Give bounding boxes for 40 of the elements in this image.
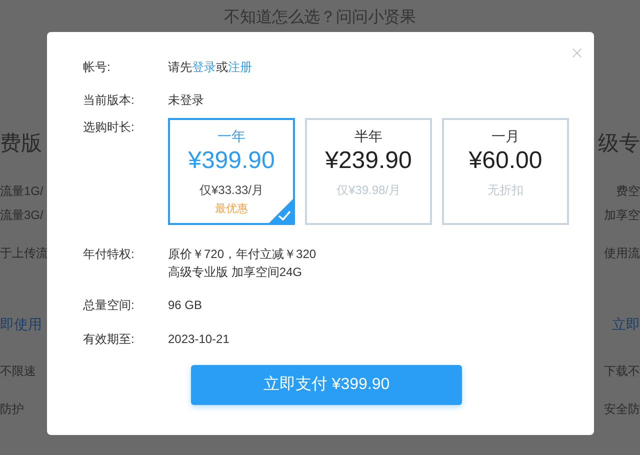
account-prompt: 请先登录或注册: [168, 59, 252, 76]
background-text: 级专: [598, 131, 640, 157]
plan-period: 半年: [354, 127, 382, 146]
background-text: 不限速: [0, 363, 36, 380]
background-text: 费版: [0, 131, 42, 157]
background-text: 下载不: [604, 363, 640, 380]
plan-card[interactable]: 半年 ¥239.90 仅¥39.98/月: [305, 118, 432, 225]
privilege-line: 原价￥720，年付立减￥320: [168, 246, 316, 263]
plan-price: ¥60.00: [468, 146, 542, 176]
plan-period: 一年: [218, 127, 246, 146]
background-text: 立即: [612, 315, 640, 334]
plan-card[interactable]: 一年 ¥399.90 仅¥33.33/月 最优惠: [168, 118, 295, 225]
monthly-price: 仅¥33.33/月: [199, 182, 264, 198]
total-space-value: 96 GB: [168, 297, 202, 314]
best-value-note: 最优惠: [215, 202, 248, 216]
privilege-line: 高级专业版 加享空间24G: [168, 264, 304, 281]
version-value: 未登录: [168, 92, 204, 109]
background-text: 加享空: [604, 207, 640, 224]
field-label: 选购时长:: [83, 119, 136, 136]
background-text: 流量3G/: [0, 207, 44, 224]
background-text: 即使用: [0, 315, 42, 334]
plan-period: 一月: [492, 127, 520, 146]
background-text: 安全防: [604, 401, 640, 418]
check-corner-icon: [269, 199, 293, 223]
background-text: 于上传流: [0, 245, 48, 262]
background-text: 使用流: [604, 245, 640, 262]
plan-card[interactable]: 一月 ¥60.00 无折扣: [442, 118, 569, 225]
background-text: 流量1G/: [0, 183, 44, 200]
plan-price: ¥399.90: [188, 146, 275, 176]
field-label: 帐号:: [83, 59, 112, 76]
field-label: 总量空间:: [83, 297, 136, 314]
monthly-price: 仅¥39.98/月: [336, 182, 401, 198]
plan-price: ¥239.90: [325, 146, 412, 176]
monthly-price: 无折扣: [488, 182, 524, 198]
field-label: 当前版本:: [83, 92, 136, 109]
field-label: 年付特权:: [83, 246, 136, 263]
background-text: 费空: [616, 183, 640, 200]
background-text: 防护: [0, 401, 24, 418]
field-label: 有效期至:: [83, 331, 136, 348]
expiry-date: 2023-10-21: [168, 331, 230, 348]
